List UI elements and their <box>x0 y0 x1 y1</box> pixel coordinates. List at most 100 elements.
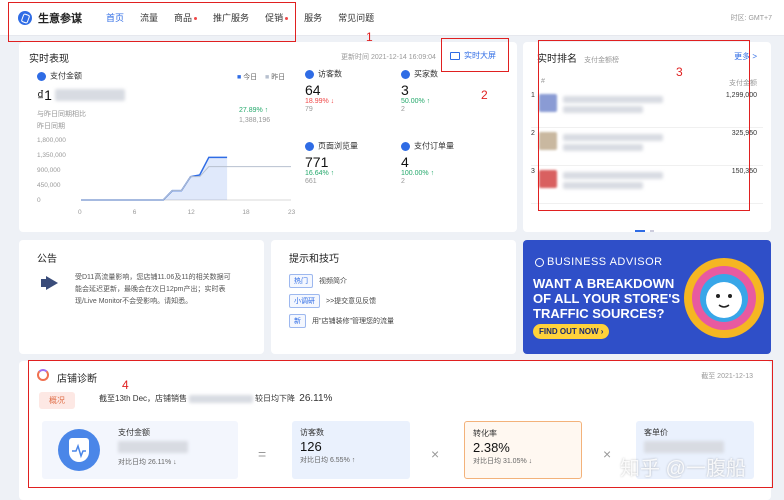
diag-conversion-label: 转化率 <box>473 429 497 438</box>
metric-block[interactable]: 访客数 64 18.99% ↓ 79 <box>305 68 395 113</box>
metric-block[interactable]: 支付订单量 4 100.00% ↑ 2 <box>401 140 491 185</box>
x-tick-label: 23 <box>288 209 296 216</box>
tip-tag: 热门 <box>289 274 313 288</box>
y-tick-label: 1,350,000 <box>37 152 66 159</box>
diag-pay-label: 支付金额 <box>118 428 150 437</box>
legend-yesterday-label: 昨日 <box>271 74 286 81</box>
visitors-box[interactable]: 访客数 126 对比日均 6.55% ↑ <box>292 421 410 479</box>
diag-pay-value-masked <box>118 441 188 453</box>
metric-value: 4 <box>401 154 409 170</box>
compare-pct: 27.89% ↑ <box>239 107 269 114</box>
diag-conversion-value: 2.38% <box>473 440 510 455</box>
lion-mascot-icon <box>684 258 764 338</box>
metric-value: 771 <box>305 154 329 170</box>
annotation-number-3: 3 <box>676 65 683 79</box>
nav-item[interactable]: 常见问题 <box>330 0 382 36</box>
x-tick-label: 12 <box>188 209 196 216</box>
pay-amount-icon <box>37 71 46 81</box>
equals-sign: = <box>258 446 267 462</box>
metric-label: 买家数 <box>414 69 438 79</box>
metric-label: 访客数 <box>318 69 342 79</box>
banner-logo-icon <box>535 257 544 267</box>
tips-card: 提示和技巧 热门 视频简介 小调研 >>提交意见反馈新用"店铺装修"管理您的流量 <box>271 240 516 354</box>
x-tick-label: 0 <box>78 209 82 216</box>
tip-item[interactable]: 热门 视频简介 <box>289 274 394 288</box>
diag-visitors-compare: 对比日均 6.55% ↑ <box>300 457 356 464</box>
diag-aov-label: 客单价 <box>644 428 668 437</box>
annotation-number-2: 2 <box>481 88 488 102</box>
y-tick-label: 0 <box>37 197 41 204</box>
notice-card: 公告 受D11高流量影响，您店铺11.06及11的相关数据可能会延迟更新，最晚会… <box>19 240 264 354</box>
metric-prev: 79 <box>305 106 313 113</box>
metric-change: 16.64% ↑ <box>305 170 335 177</box>
metric-change: 50.00% ↑ <box>401 98 431 105</box>
pay-amount-label: 支付金额 <box>50 71 82 81</box>
legend-yesterday: ■ 昨日 <box>265 74 286 81</box>
times-sign-1: × <box>431 446 440 462</box>
pay-amount-value: ₫1 <box>37 87 52 103</box>
watermark: 知乎 @一腹船 <box>620 458 746 480</box>
rank-number: 2 <box>531 130 535 137</box>
legend-today: ■ 今日 <box>237 74 258 81</box>
diag-pay-compare: 对比日均 26.11% ↓ <box>118 459 177 466</box>
carousel-dot-active[interactable] <box>635 230 645 232</box>
shield-icon <box>58 429 100 471</box>
metric-change: 18.99% ↓ <box>305 98 335 105</box>
metric-value: 64 <box>305 82 321 98</box>
times-sign-2: × <box>603 446 612 462</box>
tip-tag: 新 <box>289 314 306 328</box>
metric-label: 支付订单量 <box>414 141 454 151</box>
timezone-label: 时区: GMT+7 <box>730 14 772 22</box>
nav-item-label: 服务 <box>304 12 323 23</box>
annotation-box-1 <box>8 2 296 42</box>
compare-val: 1,388,196 <box>239 117 271 124</box>
promo-banner[interactable]: BUSINESS ADVISOR WANT A BREAKDOWN OF ALL… <box>523 240 771 354</box>
realtime-chart: 1,800,000 1,350,000 900,000 450,000 0 0 6 12 18 2… <box>37 137 296 216</box>
metric-icon <box>305 69 314 79</box>
diag-conversion-compare: 对比日均 31.05% ↓ <box>473 458 533 465</box>
notice-title: 公告 <box>37 254 57 265</box>
x-tick-label: 18 <box>242 209 250 216</box>
pay-amount-masked <box>54 89 125 101</box>
y-tick-label: 1,800,000 <box>37 137 66 144</box>
annotation-number-4: 4 <box>122 378 129 392</box>
annotation-box-2 <box>441 38 509 72</box>
tip-item[interactable]: 小调研 >>提交意见反馈 <box>289 294 394 308</box>
banner-brand-text: BUSINESS ADVISOR <box>547 256 663 268</box>
metric-block[interactable]: 页面浏览量 771 16.64% ↑ 661 <box>305 140 395 185</box>
nav-item[interactable]: 服务 <box>296 0 330 36</box>
tips-title: 提示和技巧 <box>289 254 339 265</box>
metric-prev: 2 <box>401 178 405 185</box>
carousel-dot[interactable] <box>650 230 655 232</box>
rank-number: 3 <box>531 168 535 175</box>
y-tick-label: 900,000 <box>37 167 61 174</box>
metric-label: 页面浏览量 <box>318 141 358 151</box>
carousel-dots <box>635 223 655 235</box>
conversion-box[interactable]: 转化率 2.38% 对比日均 31.05% ↓ <box>464 421 582 479</box>
megaphone-icon <box>41 276 61 290</box>
metric-icon <box>305 141 314 151</box>
realtime-title: 实时表现 <box>29 54 69 65</box>
banner-headline: WANT A BREAKDOWN OF ALL YOUR STORE'S TRA… <box>533 276 681 321</box>
metric-value: 3 <box>401 82 409 98</box>
update-time: 更新时间 2021-12-14 16:09:04 <box>341 54 436 61</box>
notice-body: 受D11高流量影响，您店铺11.06及11的相关数据可能会延迟更新，最晚会在次日… <box>75 274 231 305</box>
metric-block[interactable]: 买家数 3 50.00% ↑ 2 <box>401 68 491 113</box>
find-out-button[interactable]: FIND OUT NOW › <box>533 324 610 339</box>
tip-text: >>提交意见反馈 <box>326 298 377 305</box>
pay-amount-box[interactable]: 支付金额 对比日均 26.11% ↓ <box>42 421 238 479</box>
metric-icon <box>401 141 410 151</box>
y-tick-label: 450,000 <box>37 182 61 189</box>
annotation-box-3 <box>538 40 750 211</box>
nav-item-label: 常见问题 <box>338 12 375 23</box>
diag-visitors-value: 126 <box>300 439 322 454</box>
metric-icon <box>401 69 410 79</box>
legend-today-label: 今日 <box>243 74 258 81</box>
banner-brand: BUSINESS ADVISOR <box>535 256 663 268</box>
tip-text: 用"店铺装修"管理您的流量 <box>312 318 394 325</box>
metric-change: 100.00% ↑ <box>401 170 435 177</box>
x-tick-label: 6 <box>133 209 137 216</box>
tips-list: 热门 视频简介 小调研 >>提交意见反馈新用"店铺装修"管理您的流量 <box>289 274 394 334</box>
tip-item[interactable]: 新用"店铺装修"管理您的流量 <box>289 314 394 328</box>
rank-number: 1 <box>531 92 535 99</box>
